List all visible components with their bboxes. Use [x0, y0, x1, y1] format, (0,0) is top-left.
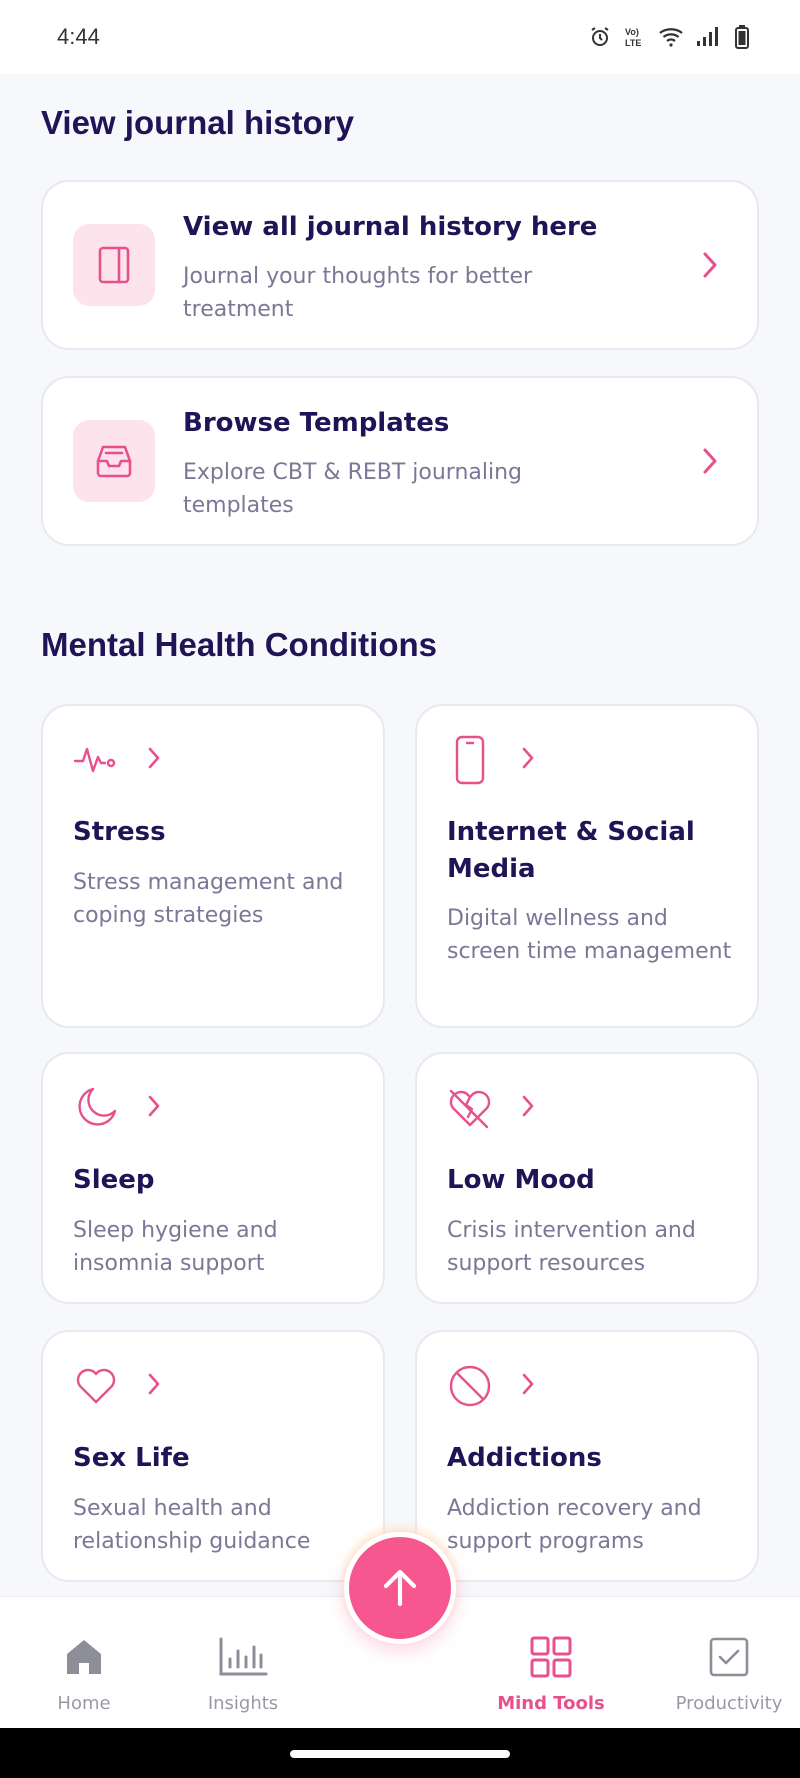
heartbeat-icon [73, 747, 116, 773]
journal-history-card[interactable]: View all journal history here Journal yo… [41, 180, 759, 350]
condition-card-low-mood[interactable]: Low Mood Crisis intervention and support… [415, 1052, 759, 1304]
grid-icon [530, 1636, 572, 1678]
nav-item-mind-tools[interactable]: Mind Tools [471, 1597, 631, 1729]
nav-label: Productivity [675, 1693, 783, 1714]
journal-history-subtitle: Journal your thoughts for better treatme… [183, 264, 533, 322]
chevron-right-icon [703, 448, 717, 474]
condition-card-sex-life[interactable]: Sex Life Sexual health and relationship … [41, 1330, 385, 1582]
volte-icon: Vo)LTE [625, 27, 641, 48]
condition-card-sleep[interactable]: Sleep Sleep hygiene and insomnia support [41, 1052, 385, 1304]
nav-label: Home [57, 1693, 111, 1714]
chevron-right-icon [522, 747, 534, 769]
chevron-right-icon [148, 1373, 160, 1395]
condition-card-internet-social-media[interactable]: Internet & Social Media Digital wellness… [415, 704, 759, 1028]
bar-chart-icon [219, 1637, 268, 1676]
condition-title: Addictions [447, 1443, 602, 1473]
arrow-up-icon [383, 1569, 417, 1607]
condition-title: Low Mood [447, 1165, 595, 1195]
battery-icon [735, 25, 749, 49]
journal-icon-box [73, 224, 155, 306]
condition-description: Sleep hygiene and insomnia support [73, 1218, 278, 1276]
condition-title: Sleep [73, 1165, 155, 1195]
browse-templates-card[interactable]: Browse Templates Explore CBT & REBT jour… [41, 376, 759, 546]
journal-history-title: View all journal history here [183, 212, 598, 242]
condition-title: Sex Life [73, 1443, 190, 1473]
signal-icon [697, 27, 718, 46]
status-bar: 4:44 Vo) LTE [0, 0, 800, 74]
checkbox-icon [709, 1637, 749, 1677]
browse-templates-title: Browse Templates [183, 408, 450, 438]
chevron-right-icon [148, 747, 160, 769]
chevron-right-icon [522, 1095, 534, 1117]
prohibited-icon [449, 1365, 491, 1407]
condition-card-stress[interactable]: Stress Stress management and coping stra… [41, 704, 385, 1028]
condition-title: Internet & Social Media [447, 817, 695, 884]
nav-label: Mind Tools [497, 1693, 605, 1714]
chevron-right-icon [522, 1373, 534, 1395]
condition-description: Digital wellness and screen time managem… [447, 906, 732, 964]
alarm-icon [591, 27, 609, 46]
moon-icon [78, 1087, 117, 1126]
condition-description: Crisis intervention and support resource… [447, 1218, 696, 1276]
broken-heart-icon [449, 1089, 491, 1129]
journal-section-title: View journal history [41, 104, 354, 141]
nav-label: Insights [207, 1693, 279, 1714]
smartphone-icon [455, 735, 485, 785]
chevron-right-icon [703, 252, 717, 278]
system-nav-bar [0, 1728, 800, 1778]
scroll-to-top-button[interactable] [344, 1532, 456, 1644]
home-icon [67, 1640, 101, 1674]
condition-description: Addiction recovery and support programs [447, 1496, 702, 1554]
nav-item-insights[interactable]: Insights [163, 1597, 323, 1729]
status-icons: Vo) LTE [588, 24, 750, 50]
svg-text:Vo): Vo) [625, 27, 639, 37]
journal-book-icon [98, 246, 130, 284]
inbox-tray-icon [96, 445, 132, 478]
chevron-right-icon [148, 1095, 160, 1117]
condition-description: Sexual health and relationship guidance [73, 1496, 311, 1554]
heart-icon [76, 1368, 116, 1404]
nav-item-productivity[interactable]: Productivity [649, 1597, 800, 1729]
templates-icon-box [73, 420, 155, 502]
condition-title: Stress [73, 817, 166, 847]
condition-description: Stress management and coping strategies [73, 870, 344, 928]
condition-card-addictions[interactable]: Addictions Addiction recovery and suppor… [415, 1330, 759, 1582]
nav-item-home[interactable]: Home [4, 1597, 164, 1729]
browse-templates-subtitle: Explore CBT & REBT journaling templates [183, 460, 523, 518]
status-time: 4:44 [57, 24, 100, 49]
wifi-icon [659, 28, 683, 47]
conditions-section-title: Mental Health Conditions [41, 626, 437, 663]
home-gesture-pill[interactable] [290, 1750, 510, 1758]
svg-text:LTE: LTE [625, 38, 641, 48]
